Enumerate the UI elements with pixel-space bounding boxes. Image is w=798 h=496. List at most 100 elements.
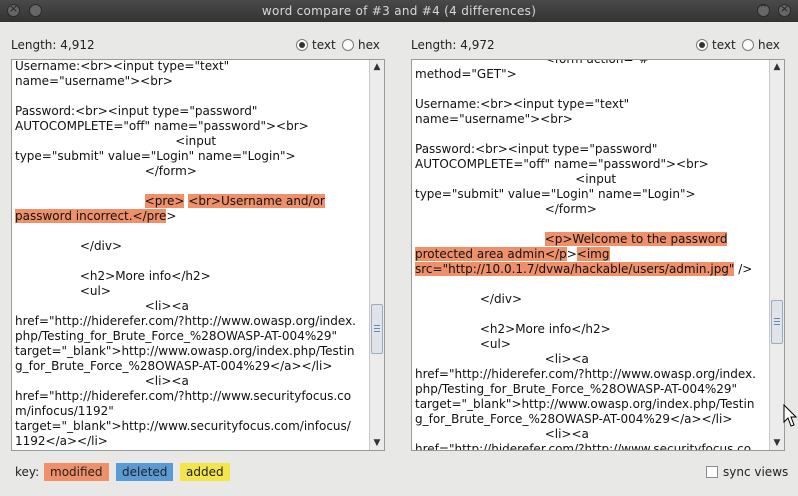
right-panel-header: Length: 4,972 text hex [411, 38, 785, 54]
right-scroll-thumb[interactable] [771, 300, 783, 344]
modified-segment: <br>Username and/or [188, 194, 325, 208]
text-line: type="submit" value="Login" name="Login"… [415, 187, 766, 202]
window-title: word compare of #3 and #4 (4 differences… [261, 4, 537, 18]
text-line: Password:<br><input type="password" [15, 104, 366, 119]
text-segment: m/infocus/1192" [15, 404, 114, 418]
modified-segment: password incorrect.</pre [15, 209, 167, 223]
text-line: name="username"><br> [15, 74, 366, 89]
text-line: href="http://hiderefer.com/?http://www.o… [415, 367, 766, 382]
text-line: <input [415, 172, 766, 187]
text-segment: Password:<br><input type="password" [415, 142, 658, 156]
text-segment: AUTOCOMPLETE="off" name="password"><br> [15, 119, 309, 133]
right-vertical-scrollbar[interactable]: ▲ ▼ [769, 60, 784, 450]
text-line: Password:<br><input type="password" [415, 142, 766, 157]
scroll-down-icon[interactable]: ▼ [370, 436, 384, 450]
text-segment: name="username"><br> [15, 74, 173, 88]
text-line: php/Testing_for_Brute_Force_%28OWASP-AT-… [15, 329, 366, 344]
close-window-button[interactable]: × [778, 2, 791, 17]
text-line: method="GET"> [415, 67, 766, 82]
text-segment: target="_blank">http://www.owasp.org/ind… [415, 397, 755, 411]
left-radio-text-label: text [312, 38, 336, 52]
text-line [15, 254, 366, 269]
key-modified: modified [44, 463, 109, 481]
text-segment: </div> [15, 239, 123, 253]
right-radio-hex-label: hex [758, 38, 780, 52]
footer-bar: key: modified deleted added sync views [0, 463, 798, 483]
left-radio-hex[interactable]: hex [342, 38, 380, 52]
maximize-icon: ⌃ [758, 2, 769, 15]
text-line: protected area admin</p><img [415, 247, 766, 262]
text-segment: target="_blank">http://www.owasp.org/ind… [15, 344, 355, 358]
text-segment: <li><a [15, 299, 189, 313]
right-radio-text[interactable]: text [696, 38, 736, 52]
text-line: href="http://hiderefer.com/?http://www.o… [15, 314, 366, 329]
scroll-down-icon[interactable]: ▼ [770, 436, 784, 450]
key-label: key: [15, 465, 40, 479]
text-segment: href="http://hiderefer.com/?http://www.s… [15, 389, 352, 403]
left-radio-text[interactable]: text [296, 38, 336, 52]
maximize-button[interactable]: ⌃ [757, 2, 770, 17]
text-line: <h2>More info</h2> [415, 322, 766, 337]
scroll-up-icon[interactable]: ▲ [770, 60, 784, 74]
radio-unselected-icon[interactable] [342, 39, 354, 51]
text-segment: <li><a [15, 449, 189, 450]
left-scroll-thumb[interactable] [371, 304, 383, 354]
text-line: <li><a [15, 449, 366, 450]
right-text-area[interactable]: <form action="#" method="GET"> Username:<… [411, 59, 785, 451]
sync-views-label: sync views [723, 465, 789, 479]
radio-selected-icon[interactable] [696, 39, 708, 51]
right-radio-hex[interactable]: hex [742, 38, 780, 52]
text-segment: </form> [415, 202, 597, 216]
text-line: <pre> <br>Username and/or [15, 194, 366, 209]
text-segment: Username:<br><input type="text" [415, 97, 630, 111]
text-segment: php/Testing_for_Brute_Force_%28OWASP-AT-… [15, 329, 338, 343]
modified-segment: <img [576, 247, 610, 261]
right-radio-text-label: text [712, 38, 736, 52]
text-line: target="_blank">http://www.owasp.org/ind… [415, 397, 766, 412]
radio-unselected-icon[interactable] [742, 39, 754, 51]
text-segment: target="_blank">http://www.securityfocus… [15, 419, 351, 433]
left-vertical-scrollbar[interactable]: ▲ ▼ [369, 60, 384, 450]
text-line: <input [15, 134, 366, 149]
radio-selected-icon[interactable] [296, 39, 308, 51]
text-segment: href="http://hiderefer.com/?http://www.o… [15, 314, 356, 328]
text-segment: /> [734, 262, 753, 276]
text-line: <h2>More info</h2> [15, 269, 366, 284]
left-text-area[interactable]: Username:<br><input type="text" name="use… [11, 59, 385, 451]
text-line [415, 127, 766, 142]
text-line [415, 277, 766, 292]
text-line: <li><a [415, 352, 766, 367]
text-line: AUTOCOMPLETE="off" name="password"><br> [415, 157, 766, 172]
text-segment: Username:<br><input type="text" [15, 59, 230, 73]
text-line: password incorrect.</pre> [15, 209, 366, 224]
text-line: Username:<br><input type="text" [415, 97, 766, 112]
text-segment: > [566, 247, 577, 261]
text-line: 1192</a></li> [15, 434, 366, 449]
text-line: <p>Welcome to the password [415, 232, 766, 247]
sync-views-checkbox[interactable]: sync views [706, 465, 788, 479]
left-text-content[interactable]: Username:<br><input type="text" name="use… [15, 59, 366, 450]
left-radio-hex-label: hex [358, 38, 380, 52]
text-segment: type="submit" value="Login" name="Login"… [15, 149, 296, 163]
scroll-up-icon[interactable]: ▲ [370, 60, 384, 74]
text-segment: > [166, 209, 177, 223]
text-segment: <li><a [15, 374, 189, 388]
text-segment: php/Testing_for_Brute_Force_%28OWASP-AT-… [415, 382, 738, 396]
text-line: </form> [415, 202, 766, 217]
text-segment: </form> [15, 164, 197, 178]
text-segment: <input [15, 134, 217, 148]
right-text-content[interactable]: <form action="#" method="GET"> Username:<… [415, 59, 766, 450]
checkbox-icon[interactable] [706, 466, 718, 478]
text-line: <li><a [415, 427, 766, 442]
text-line [415, 217, 766, 232]
text-segment: type="submit" value="Login" name="Login"… [415, 187, 696, 201]
left-length-label: Length: 4,912 [11, 38, 95, 52]
text-segment: g_for_Brute_Force_%28OWASP-AT-004%29</a>… [15, 359, 333, 373]
text-line: m/infocus/1192" [15, 404, 366, 419]
title-bar: × word compare of #3 and #4 (4 differenc… [0, 0, 798, 22]
text-segment: g_for_Brute_Force_%28OWASP-AT-004%29</a>… [415, 412, 733, 426]
text-segment: <form action="#" [415, 59, 655, 66]
text-line: php/Testing_for_Brute_Force_%28OWASP-AT-… [415, 382, 766, 397]
text-segment: <li><a [415, 427, 589, 441]
text-line: Username:<br><input type="text" [15, 59, 366, 74]
